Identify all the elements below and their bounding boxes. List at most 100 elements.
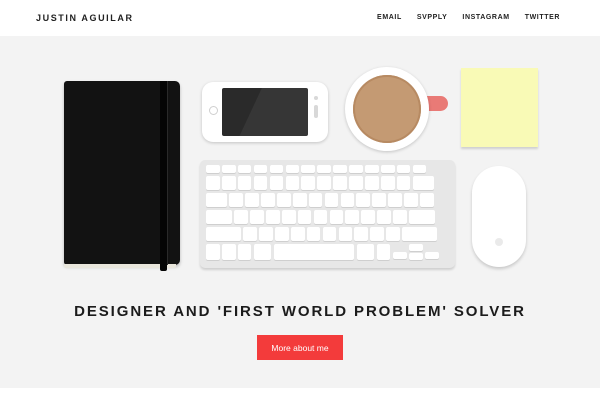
keyboard-key (356, 244, 375, 260)
phone-camera (314, 96, 318, 100)
keyboard-key (313, 210, 328, 224)
keyboard-key (404, 193, 418, 207)
keyboard-key (253, 165, 268, 173)
keyboard-key (396, 176, 411, 190)
keyboard-key (273, 244, 355, 260)
site-logo[interactable]: JUSTIN AGUILAR (36, 13, 134, 23)
keyboard-key (317, 176, 331, 190)
keyboard-key (420, 193, 434, 207)
keyboard-key (206, 176, 220, 190)
keyboard-key (206, 165, 220, 173)
keyboard-key (380, 165, 395, 173)
keyboard-key (349, 176, 363, 190)
footer-band (0, 388, 600, 416)
keyboard-key (324, 193, 339, 207)
keyboard-key (229, 193, 243, 207)
keyboard-key (377, 210, 391, 224)
keyboard-key (402, 227, 438, 241)
keyboard-key (285, 176, 300, 190)
keyboard-key (322, 227, 337, 241)
keyboard-key (221, 165, 236, 173)
keyboard-key (333, 176, 347, 190)
phone-speaker (314, 105, 318, 118)
keyboard-key (253, 176, 268, 190)
keyboard-key (370, 227, 385, 241)
keyboard-key (356, 193, 371, 207)
keyboard-key (221, 176, 236, 190)
keyboard-key (409, 210, 435, 224)
keyboard-key (412, 176, 434, 190)
keyboard-arrow-key (409, 244, 424, 251)
keyboard-key (301, 165, 316, 173)
keyboard-key (206, 193, 228, 207)
phone-home-button (209, 106, 218, 115)
keyboard-key (333, 165, 347, 173)
keyboard-key (221, 244, 236, 260)
nav-link-instagram[interactable]: INSTAGRAM (462, 14, 509, 21)
nav-link-twitter[interactable]: TWITTER (525, 14, 560, 21)
hero-tagline: DESIGNER AND 'FIRST WORLD PROBLEM' SOLVE… (74, 303, 526, 320)
keyboard-key (338, 227, 353, 241)
keyboard-key (308, 193, 323, 207)
coffee-surface (353, 75, 421, 143)
keyboard-key (376, 244, 391, 260)
keyboard-key (269, 176, 284, 190)
keyboard-key (345, 210, 360, 224)
sticky-note-illustration (461, 68, 538, 147)
keyboard-key (261, 193, 275, 207)
keyboard-arrow-key (393, 252, 408, 259)
notebook-band-end (160, 265, 167, 271)
keyboard-key (292, 193, 307, 207)
keyboard-key (274, 227, 289, 241)
keyboard-key (245, 193, 259, 207)
keyboard-key (396, 165, 411, 173)
keyboard-key (354, 227, 369, 241)
keyboard-key (237, 165, 252, 173)
keyboard-illustration (200, 160, 455, 268)
keyboard-key (297, 210, 312, 224)
keyboard-key (365, 165, 379, 173)
keyboard-key (243, 227, 257, 241)
keyboard-key (237, 176, 252, 190)
mouse-dot (495, 238, 503, 246)
keyboard-key (234, 210, 248, 224)
keyboard-key (386, 227, 400, 241)
keyboard-arrow-key (425, 252, 440, 259)
keyboard-key (361, 210, 376, 224)
keyboard-key (340, 193, 355, 207)
keyboard-key (237, 244, 252, 260)
keyboard-key (253, 244, 272, 260)
keyboard-key (317, 165, 331, 173)
keyboard-key (265, 210, 280, 224)
keyboard-key (388, 193, 402, 207)
keyboard-key (365, 176, 379, 190)
more-about-me-button[interactable]: More about me (257, 335, 343, 360)
keyboard-key (276, 193, 291, 207)
mouse-illustration (472, 166, 526, 267)
keyboard-key (206, 210, 232, 224)
phone-screen (222, 88, 308, 136)
keyboard-key (306, 227, 321, 241)
top-navigation-bar: JUSTIN AGUILAR EMAIL SVPPLY INSTAGRAM TW… (0, 0, 600, 36)
keyboard-arrow-key (409, 253, 424, 260)
main-nav: EMAIL SVPPLY INSTAGRAM TWITTER (377, 14, 560, 21)
keyboard-key (301, 176, 316, 190)
notebook-illustration (64, 81, 180, 271)
keyboard-key (206, 227, 241, 241)
keyboard-key (285, 165, 300, 173)
keyboard-key (372, 193, 387, 207)
keyboard-key (281, 210, 296, 224)
keyboard-key (393, 210, 407, 224)
keyboard-key (206, 244, 220, 260)
coffee-cup-illustration (345, 67, 429, 151)
nav-link-email[interactable]: EMAIL (377, 14, 402, 21)
keyboard-key (250, 210, 264, 224)
keyboard-key (329, 210, 344, 224)
keyboard-key (412, 165, 427, 173)
keyboard-key (380, 176, 395, 190)
keyboard-key (269, 165, 284, 173)
notebook-elastic-band (160, 81, 167, 265)
nav-link-svpply[interactable]: SVPPLY (417, 14, 448, 21)
phone-illustration (202, 82, 328, 142)
keyboard-key (259, 227, 273, 241)
